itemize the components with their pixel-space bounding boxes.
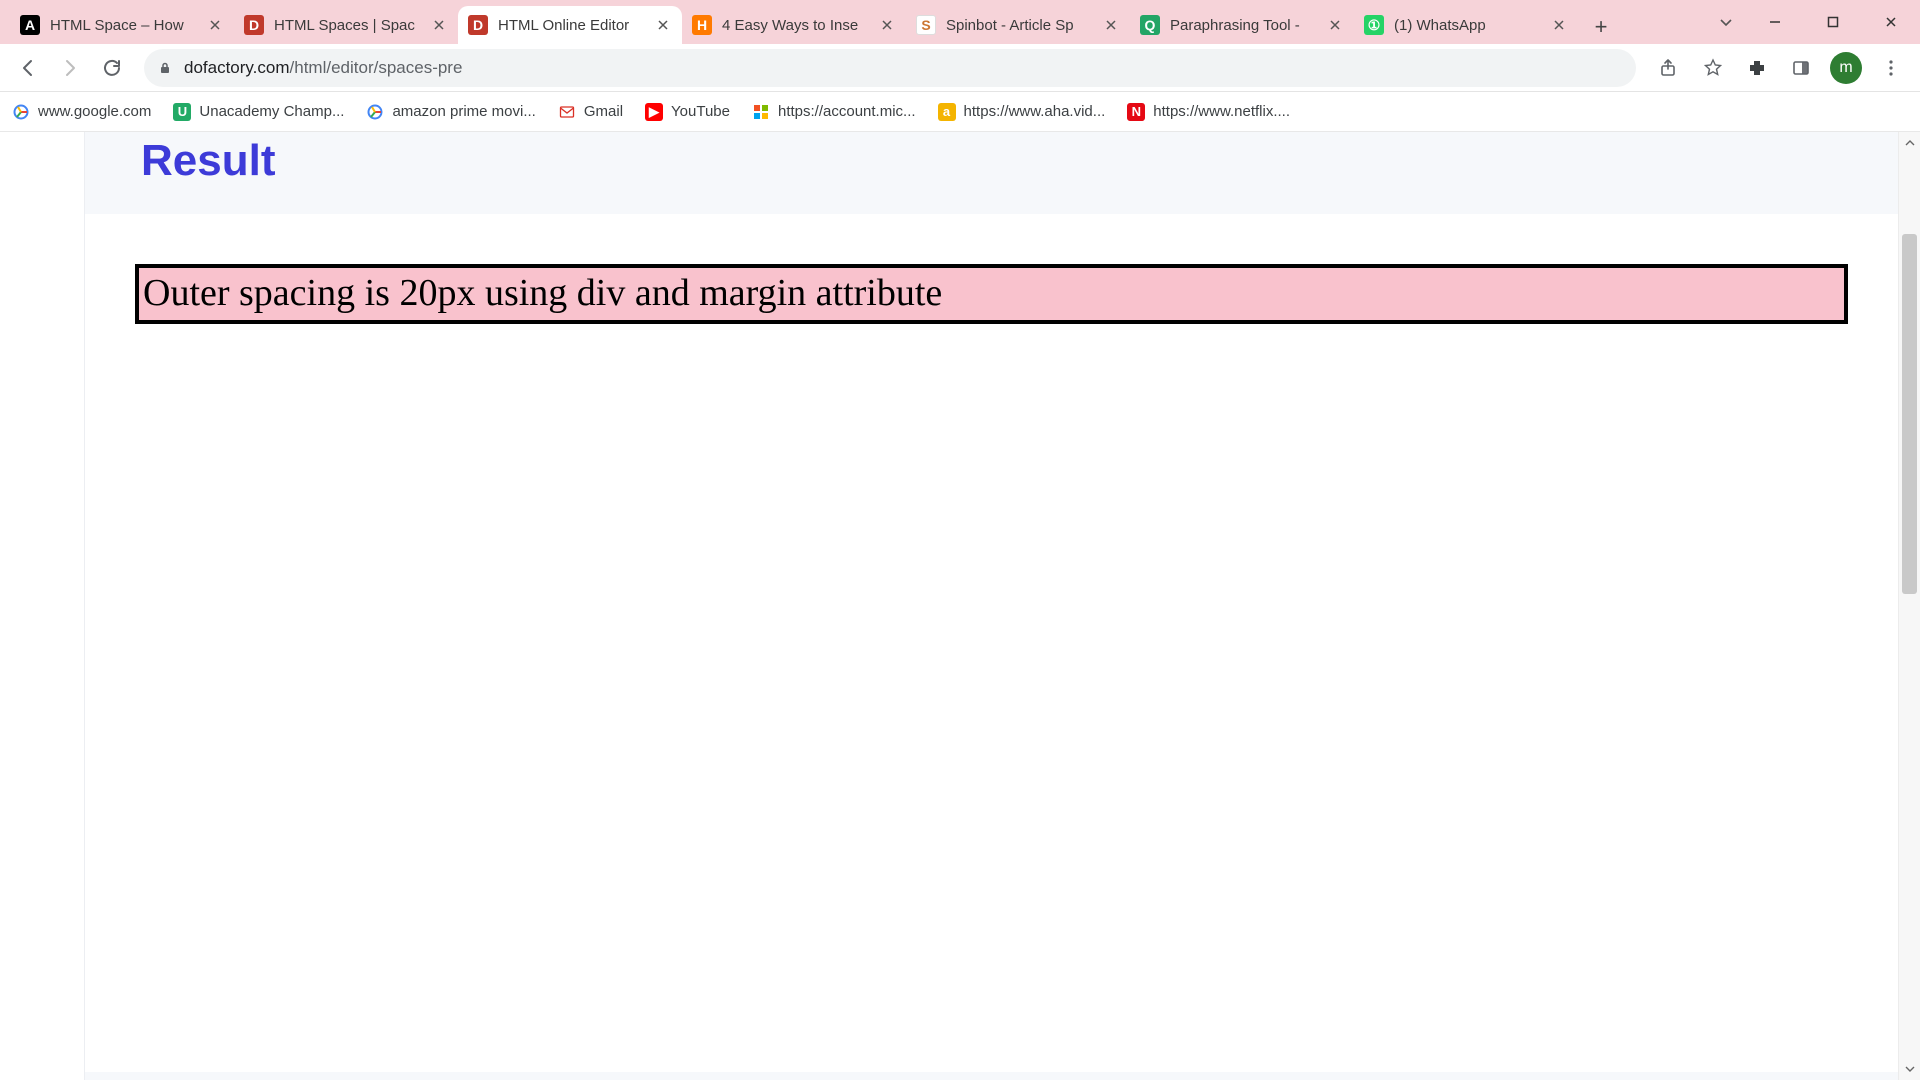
scrollbar-thumb[interactable] xyxy=(1902,234,1917,594)
result-header: Result xyxy=(85,132,1898,214)
tab-close-button[interactable] xyxy=(878,16,896,34)
page-panel: Result Outer spacing is 20px using div a… xyxy=(85,132,1898,1080)
vertical-scrollbar[interactable] xyxy=(1898,132,1920,1080)
scrollbar-track[interactable] xyxy=(1899,154,1920,1058)
demo-output-box: Outer spacing is 20px using div and marg… xyxy=(135,264,1848,324)
bookmark-favicon xyxy=(558,103,576,121)
tab-title: (1) WhatsApp xyxy=(1394,17,1550,34)
address-bar[interactable]: dofactory.com/html/editor/spaces-pre xyxy=(144,49,1636,87)
bookmark-label: amazon prime movi... xyxy=(392,103,535,120)
tab-strip: A HTML Space – How D HTML Spaces | Spac D HTM… xyxy=(0,0,1920,44)
tab-title: HTML Spaces | Spac xyxy=(274,17,430,34)
bookmark-label: YouTube xyxy=(671,103,730,120)
browser-tab[interactable]: Q Paraphrasing Tool - xyxy=(1130,6,1354,44)
bookmark-item[interactable]: https://account.mic... xyxy=(752,103,916,121)
tab-title: 4 Easy Ways to Inse xyxy=(722,17,878,34)
window-minimize-button[interactable] xyxy=(1746,2,1804,42)
bookmark-favicon xyxy=(752,103,770,121)
tab-title: HTML Space – How xyxy=(50,17,206,34)
scroll-up-arrow[interactable] xyxy=(1899,132,1920,154)
bookmark-favicon xyxy=(366,103,384,121)
tab-favicon: Q xyxy=(1140,15,1160,35)
tab-close-button[interactable] xyxy=(430,16,448,34)
tab-favicon: H xyxy=(692,15,712,35)
new-tab-button[interactable]: + xyxy=(1584,10,1618,44)
tab-title: Paraphrasing Tool - xyxy=(1170,17,1326,34)
tab-favicon: S xyxy=(916,15,936,35)
tab-search-button[interactable] xyxy=(1706,2,1746,42)
browser-tab[interactable]: A HTML Space – How xyxy=(10,6,234,44)
window-controls xyxy=(1706,0,1920,44)
tab-title: Spinbot - Article Sp xyxy=(946,17,1102,34)
bookmark-label: www.google.com xyxy=(38,103,151,120)
tab-title: HTML Online Editor xyxy=(498,17,654,34)
bookmark-label: https://www.netflix.... xyxy=(1153,103,1290,120)
result-body: Outer spacing is 20px using div and marg… xyxy=(85,214,1898,1072)
bookmark-item[interactable]: amazon prime movi... xyxy=(366,103,535,121)
chrome-menu-button[interactable] xyxy=(1872,49,1910,87)
tab-favicon: A xyxy=(20,15,40,35)
left-gutter xyxy=(0,132,85,1080)
tab-favicon: D xyxy=(468,15,488,35)
browser-tab[interactable]: D HTML Spaces | Spac xyxy=(234,6,458,44)
bookmark-item[interactable]: a https://www.aha.vid... xyxy=(938,103,1106,121)
reload-button[interactable] xyxy=(94,50,130,86)
bookmark-item[interactable]: www.google.com xyxy=(12,103,151,121)
url-path: /html/editor/spaces-pre xyxy=(290,58,463,78)
lock-icon xyxy=(158,61,172,75)
bookmark-favicon: U xyxy=(173,103,191,121)
bookmark-label: Unacademy Champ... xyxy=(199,103,344,120)
bookmark-label: Gmail xyxy=(584,103,623,120)
bookmark-favicon: a xyxy=(938,103,956,121)
tab-close-button[interactable] xyxy=(206,16,224,34)
bookmark-label: https://account.mic... xyxy=(778,103,916,120)
page-viewport: Result Outer spacing is 20px using div a… xyxy=(0,132,1920,1080)
bookmark-item[interactable]: ▶ YouTube xyxy=(645,103,730,121)
share-button[interactable] xyxy=(1650,49,1688,87)
bookmark-item[interactable]: Gmail xyxy=(558,103,623,121)
profile-avatar[interactable]: m xyxy=(1830,52,1862,84)
tab-close-button[interactable] xyxy=(1550,16,1568,34)
tab-favicon: ① xyxy=(1364,15,1384,35)
bookmark-label: https://www.aha.vid... xyxy=(964,103,1106,120)
url-domain: dofactory.com xyxy=(184,58,290,78)
extensions-button[interactable] xyxy=(1738,49,1776,87)
browser-tab[interactable]: H 4 Easy Ways to Inse xyxy=(682,6,906,44)
tab-close-button[interactable] xyxy=(654,16,672,34)
bookmarks-bar: www.google.com U Unacademy Champ... amazon … xyxy=(0,92,1920,132)
browser-toolbar: dofactory.com/html/editor/spaces-pre m xyxy=(0,44,1920,92)
bookmark-favicon: ▶ xyxy=(645,103,663,121)
window-close-button[interactable] xyxy=(1862,2,1920,42)
result-heading: Result xyxy=(141,136,1898,186)
bookmark-item[interactable]: Nhttps://www.netflix.... xyxy=(1127,103,1290,121)
avatar-letter: m xyxy=(1839,59,1852,77)
scroll-down-arrow[interactable] xyxy=(1899,1058,1920,1080)
browser-tab[interactable]: D HTML Online Editor xyxy=(458,6,682,44)
tab-close-button[interactable] xyxy=(1102,16,1120,34)
bookmark-favicon xyxy=(12,103,30,121)
side-panel-button[interactable] xyxy=(1782,49,1820,87)
forward-button[interactable] xyxy=(52,50,88,86)
browser-tab[interactable]: ① (1) WhatsApp xyxy=(1354,6,1578,44)
bookmark-favicon: N xyxy=(1127,103,1145,121)
demo-output-text: Outer spacing is 20px using div and marg… xyxy=(143,272,942,314)
back-button[interactable] xyxy=(10,50,46,86)
bookmark-item[interactable]: U Unacademy Champ... xyxy=(173,103,344,121)
tab-close-button[interactable] xyxy=(1326,16,1344,34)
tab-favicon: D xyxy=(244,15,264,35)
bookmark-star-button[interactable] xyxy=(1694,49,1732,87)
window-maximize-button[interactable] xyxy=(1804,2,1862,42)
browser-tab[interactable]: S Spinbot - Article Sp xyxy=(906,6,1130,44)
